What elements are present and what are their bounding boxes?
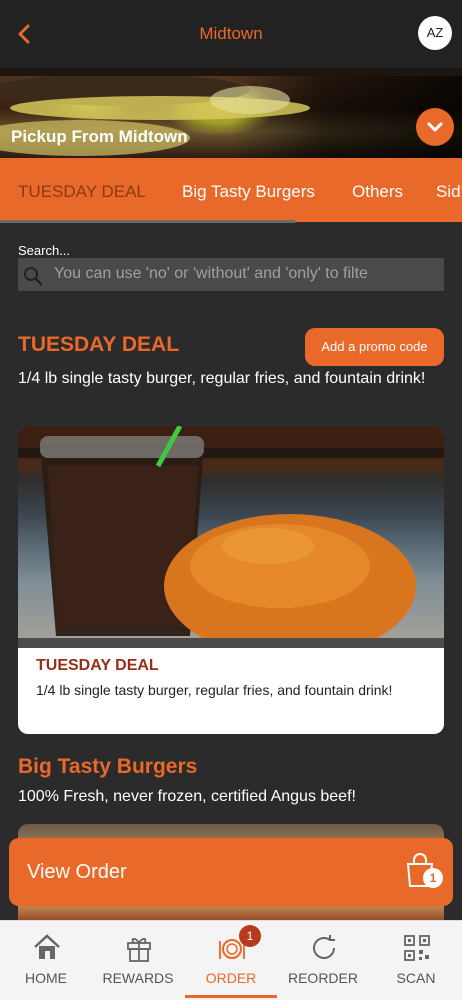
qr-code-icon [404,935,430,961]
nav-label: HOME [25,970,67,986]
gift-icon [127,937,151,962]
nav-label: REWARDS [102,970,174,986]
view-order-label: View Order [27,861,127,883]
search-label: Search... [18,243,71,258]
view-order-button[interactable]: View Order 1 [9,838,453,906]
home-icon [34,934,60,959]
avatar[interactable]: AZ [418,16,452,50]
tab-sides[interactable]: Sid [436,182,461,202]
nav-rewards[interactable]: REWARDS [92,921,184,1000]
tab-big-tasty-burgers[interactable]: Big Tasty Burgers [182,182,315,202]
section-description: 100% Fresh, never frozen, certified Angu… [18,788,356,805]
chevron-down-icon [427,122,443,132]
menu-item-card[interactable]: TUESDAY DEAL 1/4 lb single tasty burger,… [18,426,444,734]
expand-location-button[interactable] [416,108,454,146]
order-count-badge: 1 [423,868,443,888]
search-placeholder: You can use 'no' or 'without' and 'only'… [54,265,368,282]
menu-item-description: 1/4 lb single tasty burger, regular frie… [36,682,393,698]
section-description: 1/4 lb single tasty burger, regular frie… [18,370,426,387]
refresh-icon [313,935,335,959]
tab-scroll-indicator [0,220,295,223]
menu-item-image [18,426,444,648]
nav-home[interactable]: HOME [0,921,92,1000]
page-title: Midtown [199,24,263,43]
bottom-navigation: HOME REWARDS 1 ORDER REORDER SCAN [0,920,462,1000]
section-title: Big Tasty Burgers [18,755,198,778]
nav-order[interactable]: 1 ORDER [185,921,277,1000]
tab-others[interactable]: Others [352,182,403,202]
order-badge: 1 [239,925,261,947]
pickup-location-text: Pickup From Midtown [11,127,188,146]
nav-label: ORDER [205,970,257,986]
search-input[interactable]: You can use 'no' or 'without' and 'only'… [18,258,444,291]
store-hero-banner: Pickup From Midtown [0,68,462,158]
nav-reorder[interactable]: REORDER [277,921,369,1000]
category-tabs: TUESDAY DEAL Big Tasty Burgers Others Si… [0,158,462,222]
nav-label: REORDER [287,970,358,986]
top-bar: Midtown AZ [0,0,462,68]
section-title: TUESDAY DEAL [18,333,180,356]
search-icon [24,267,43,286]
tab-tuesday-deal[interactable]: TUESDAY DEAL [18,182,146,202]
nav-scan[interactable]: SCAN [370,921,462,1000]
active-nav-indicator [185,995,277,998]
add-promo-code-button[interactable]: Add a promo code [305,328,444,366]
nav-label: SCAN [396,970,436,986]
menu-item-title: TUESDAY DEAL [36,657,159,674]
